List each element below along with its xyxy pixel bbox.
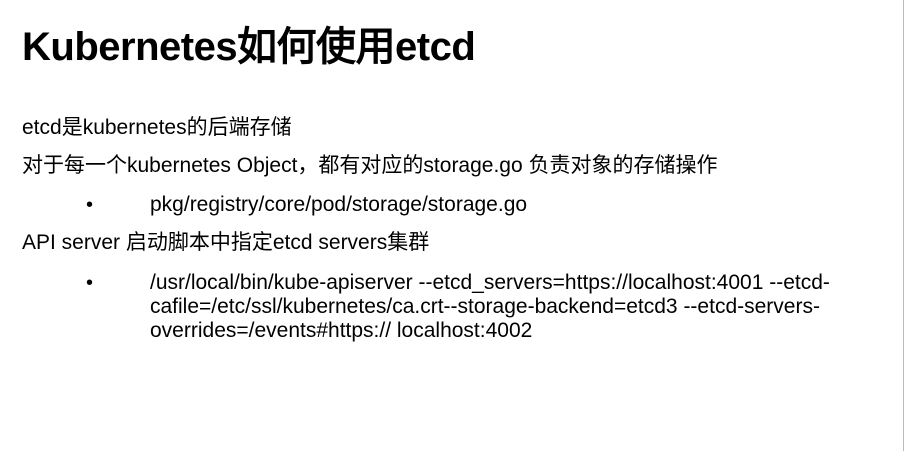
command-line: cafile=/etc/ssl/kubernetes/ca.crt--stora… <box>150 295 820 318</box>
bullet-icon: • <box>86 272 94 294</box>
slide-border <box>903 0 904 451</box>
text-line: 对于每一个kubernetes Object，都有对应的storage.go 负… <box>22 154 718 177</box>
text-line: pkg/registry/core/pod/storage/storage.go <box>150 193 528 216</box>
text-line: API server 启动脚本中指定etcd servers集群 <box>22 231 430 254</box>
bullet-icon: • <box>86 194 94 216</box>
slide-title: Kubernetes如何使用etcd <box>22 25 476 69</box>
command-line: /usr/local/bin/kube-apiserver --etcd_ser… <box>150 271 830 294</box>
command-line: overrides=/events#https:// localhost:400… <box>150 319 533 342</box>
slide: Kubernetes如何使用etcd etcd是kubernetes的后端存储 … <box>0 0 907 451</box>
text-line: etcd是kubernetes的后端存储 <box>22 116 292 139</box>
